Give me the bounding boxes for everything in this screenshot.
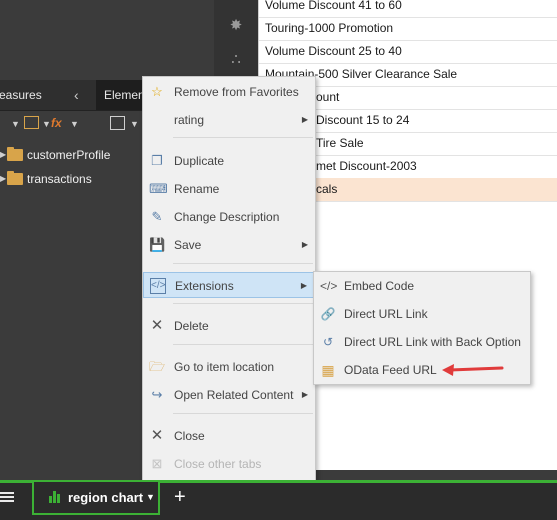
rename-icon: ⌨ — [149, 181, 168, 196]
close-icon: ✕ — [150, 427, 164, 444]
tab-label: region chart — [68, 490, 144, 505]
menu-item-label: Extensions — [175, 279, 234, 293]
menu-item-label: Close other tabs — [174, 457, 262, 471]
odata-feed-icon: ▦ — [321, 362, 335, 378]
list-item-label: met Discount-2003 — [316, 159, 417, 173]
formula-box-icon[interactable] — [110, 116, 125, 130]
folder-icon — [7, 171, 23, 185]
tab-measures-label: easures — [0, 88, 42, 102]
menu-item-close[interactable]: ✕ Close — [143, 423, 315, 449]
link-icon: 🔗 — [320, 307, 336, 321]
menu-divider — [173, 413, 313, 414]
list-item-label: Touring-1000 Promotion — [265, 21, 394, 35]
workspace-background — [0, 0, 214, 80]
list-item[interactable]: Touring-1000 Promotion — [259, 17, 557, 41]
save-icon: 💾 — [149, 237, 166, 252]
submenu-item-label: Direct URL Link with Back Option — [344, 335, 521, 349]
bar-chart-icon — [49, 491, 61, 503]
menu-item-open-related[interactable]: ↪ Open Related Content ▶ — [143, 382, 315, 408]
expand-arrow-icon[interactable]: ▶ — [0, 144, 6, 166]
folder-location-icon: 🗁 — [149, 359, 166, 374]
close-tabs-icon: ⊠ — [151, 456, 163, 471]
submenu-item-label: OData Feed URL — [344, 363, 437, 377]
menu-item-label: Delete — [174, 319, 209, 333]
submenu-item-direct-url[interactable]: 🔗 Direct URL Link — [314, 300, 530, 328]
submenu-arrow-icon: ▶ — [300, 281, 307, 290]
list-item-label: Discount 15 to 24 — [316, 113, 410, 127]
menu-divider — [173, 263, 313, 264]
submenu-arrow-icon: ▶ — [301, 115, 308, 124]
menu-item-label: rating — [174, 113, 205, 127]
menu-item-go-to-location[interactable]: 🗁 Go to item location — [143, 354, 315, 380]
menu-item-remove-favorites[interactable]: ☆ Remove from Favorites — [143, 79, 315, 105]
folder-icon — [7, 147, 23, 161]
list-item-label: ount — [316, 90, 340, 104]
menu-divider — [173, 137, 313, 138]
function-icon[interactable]: fx — [51, 116, 62, 130]
list-item-label: Volume Discount 41 to 60 — [265, 0, 402, 12]
menu-item-label: Remove from Favorites — [174, 85, 299, 99]
menu-item-label: Save — [174, 238, 202, 252]
dropdown-caret-icon[interactable]: ▼ — [11, 119, 20, 129]
menu-item-label: Open Related Content — [174, 388, 294, 402]
menu-item-label: Change Description — [174, 210, 280, 224]
delete-x-icon: ✕ — [150, 317, 164, 334]
list-item[interactable]: Volume Discount 25 to 40 — [259, 40, 557, 64]
star-icon: ☆ — [151, 84, 163, 99]
menu-item-close-other-tabs[interactable]: ⊠ Close other tabs — [143, 451, 315, 477]
list-item-label: Volume Discount 25 to 40 — [265, 44, 402, 58]
menu-item-label: Close — [174, 429, 205, 443]
menu-item-change-description[interactable]: ✎ Change Description — [143, 204, 315, 230]
submenu-arrow-icon: ▶ — [301, 240, 308, 249]
dropdown-caret-icon[interactable]: ▼ — [42, 119, 51, 129]
hamburger-menu-icon[interactable] — [0, 490, 14, 504]
list-item[interactable]: Volume Discount 41 to 60 — [259, 0, 557, 18]
calculator-icon[interactable] — [24, 116, 39, 129]
list-item-label: cals — [316, 182, 338, 196]
duplicate-icon: ❐ — [151, 153, 163, 168]
dropdown-caret-icon[interactable]: ▼ — [130, 119, 139, 129]
embed-code-icon: </> — [320, 279, 338, 293]
menu-item-duplicate[interactable]: ❐ Duplicate — [143, 148, 315, 174]
menu-item-extensions[interactable]: </> Extensions ▶ — [143, 272, 315, 298]
add-tab-button[interactable]: + — [174, 485, 186, 509]
submenu-arrow-icon: ▶ — [301, 390, 308, 399]
menu-divider — [173, 303, 313, 304]
edit-description-icon: ✎ — [151, 209, 163, 224]
menu-item-label: Rename — [174, 182, 220, 196]
tree-item-label: customerProfile — [27, 148, 111, 162]
dropdown-caret-icon[interactable]: ▼ — [70, 119, 79, 129]
network-icon[interactable]: ✸ — [226, 16, 246, 36]
tree-item-label: transactions — [27, 172, 92, 186]
code-icon: </> — [150, 278, 166, 294]
tab-region-chart[interactable]: region chart ▼ — [32, 482, 160, 515]
submenu-item-label: Direct URL Link — [344, 307, 428, 321]
menu-item-delete[interactable]: ✕ Delete — [143, 313, 315, 339]
link-back-icon: ↺ — [322, 335, 334, 349]
cluster-icon[interactable]: ∴ — [226, 50, 246, 70]
list-item-label: Tire Sale — [316, 136, 364, 150]
related-content-icon: ↪ — [151, 387, 163, 402]
menu-divider — [173, 344, 313, 345]
menu-item-rename[interactable]: ⌨ Rename — [143, 176, 315, 202]
context-menu: ☆ Remove from Favorites rating ▶ ❐ Dupli… — [142, 76, 316, 482]
menu-item-label: Duplicate — [174, 154, 225, 168]
chevron-down-icon[interactable]: ▼ — [146, 482, 155, 513]
submenu-item-direct-url-back[interactable]: ↺ Direct URL Link with Back Option — [314, 328, 530, 356]
menu-item-save[interactable]: 💾 Save ▶ — [143, 232, 315, 258]
menu-item-rating[interactable]: rating ▶ — [143, 107, 315, 133]
icon-strip: ✸ ∴ — [214, 0, 258, 80]
expand-arrow-icon[interactable]: ▶ — [0, 168, 6, 190]
submenu-item-embed-code[interactable]: </> Embed Code — [314, 272, 530, 300]
menu-item-label: Go to item location — [174, 360, 275, 374]
annotation-arrow-icon — [442, 364, 504, 376]
chevron-left-icon[interactable]: ‹ — [74, 80, 79, 110]
submenu-item-label: Embed Code — [344, 279, 415, 293]
tab-measures[interactable]: easures ‹ — [0, 80, 92, 110]
